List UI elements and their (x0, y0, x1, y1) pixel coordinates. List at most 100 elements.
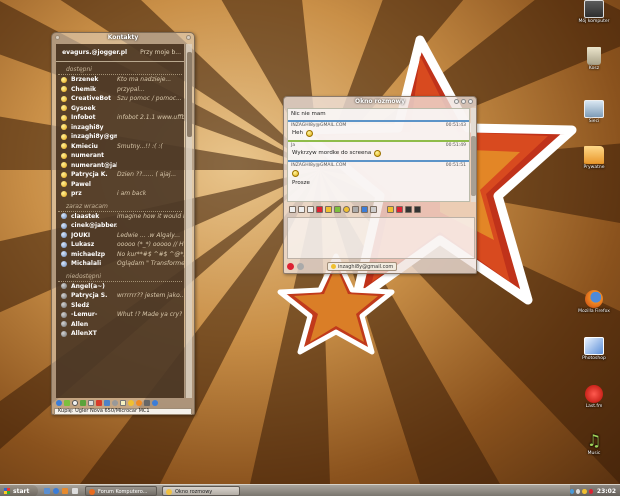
close-chat-icon[interactable] (287, 263, 294, 270)
contact-button[interactable]: inzaghi8y@gmail.com (327, 262, 398, 271)
description-field[interactable]: Kupię: Ugler Nova 650/Microcar MC1 (54, 408, 192, 415)
messenger-tray-icon[interactable] (582, 488, 587, 494)
contact-item[interactable]: claastek imagine how it would b... (56, 212, 184, 222)
desktop-icon-photoshop[interactable]: Photoshop (578, 337, 610, 361)
contact-group-header[interactable]: niedostępni (58, 270, 182, 282)
quicklaunch-media-icon[interactable] (62, 488, 68, 494)
message-input[interactable] (287, 217, 475, 259)
contacts-window-title[interactable]: Kontakty (52, 33, 194, 43)
contact-item[interactable]: -Lemur- Whut !? Made ya cry? (56, 310, 184, 320)
contact-item[interactable]: Pawel (56, 180, 184, 190)
start-button[interactable]: start (0, 485, 38, 496)
contact-item[interactable]: inzaghi8y (56, 123, 184, 133)
contact-item[interactable]: Chemik przypal... (56, 85, 184, 95)
task-chat-window[interactable]: Okno rozmowy (162, 486, 240, 496)
attach-icon[interactable] (352, 206, 359, 213)
desktop-icon-label: Prywatne (583, 165, 605, 170)
contact-nick: Patrycja S. (71, 292, 108, 300)
emoticon-icon[interactable] (343, 206, 350, 213)
pin-icon[interactable] (387, 206, 394, 213)
contact-item[interactable]: Infobot infobot 2.1.1 www.uffbt... (56, 113, 184, 123)
contact-item[interactable]: Brzenek Kto ma nadzieje... (56, 75, 184, 85)
contact-item[interactable]: numerant@jabbim.pl (56, 161, 184, 171)
contact-item[interactable]: Angel(a~) (56, 282, 184, 292)
close-icon[interactable] (468, 99, 473, 104)
away-icon[interactable] (136, 400, 142, 406)
contact-item[interactable]: numerant (56, 151, 184, 161)
lock-icon[interactable] (405, 206, 412, 213)
chat-window-title[interactable]: Okno rozmowy (284, 97, 476, 107)
contact-item[interactable]: AllenXT (56, 329, 184, 339)
contact-group-header[interactable]: dostępni (58, 63, 182, 75)
scrollbar-thumb[interactable] (471, 136, 476, 196)
desktop-icon-music[interactable]: ♫ Music (578, 432, 610, 457)
close-icon[interactable] (186, 35, 191, 40)
contact-item[interactable]: Kmieciu Smutny...!! :( :( (56, 142, 184, 152)
recycle-bin-icon (587, 47, 601, 65)
desktop-icon-network[interactable]: Sieci (578, 100, 610, 124)
contact-item[interactable]: michaelzp No kur**#$ ^#$ ^@*,@*... (56, 250, 184, 260)
history-icon[interactable] (370, 206, 377, 213)
mail-icon[interactable] (88, 400, 94, 406)
history-icon[interactable] (96, 400, 102, 406)
menu-icon[interactable] (55, 35, 60, 40)
desktop-icon-recycle-bin[interactable]: Kosz (578, 47, 610, 71)
message-log[interactable]: Nic nie mam INZAGHI8y@GMAIL.COM 00:51:43 H… (287, 108, 470, 202)
contact-item[interactable]: Allen (56, 320, 184, 330)
contact-item[interactable]: JOUKI Ledwie ... .w Algaly... (56, 231, 184, 241)
menu-toggle-icon[interactable] (152, 400, 158, 406)
contact-item[interactable]: Patrycja K. Dzien ??...... ( ajaj... (56, 170, 184, 180)
italic-icon[interactable] (298, 206, 305, 213)
quicklaunch-browser-icon[interactable] (53, 488, 59, 494)
font-icon[interactable] (325, 206, 332, 213)
desktop-icon-lastfm[interactable]: Last.fm (578, 385, 610, 409)
volume-tray-icon[interactable] (576, 488, 581, 494)
minimize-icon[interactable] (454, 99, 459, 104)
user-info-icon[interactable] (361, 206, 368, 213)
contact-item[interactable]: inzaghi8y@gmail.com (56, 132, 184, 142)
quicklaunch-desktop-icon[interactable] (44, 488, 50, 494)
contact-list[interactable]: evagurs.@jogger.pl Przy moje b... dostęp… (56, 44, 184, 398)
desktop-icon-computer[interactable]: Mój komputer (578, 0, 610, 24)
block-icon[interactable] (396, 206, 403, 213)
info-icon[interactable] (56, 400, 62, 406)
contact-item[interactable]: Lukasz ooooo (*_*) ooooo // Hebr... (56, 240, 184, 250)
own-status[interactable]: evagurs.@jogger.pl Przy moje b... (56, 44, 184, 62)
contact-item[interactable]: Gysoek (56, 104, 184, 114)
contact-item[interactable]: Patrycja S. wrrrrrr?? jestem jako... (56, 291, 184, 301)
contact-item[interactable]: CreativeBot Szu pomoc / pomoc... (56, 94, 184, 104)
status-icon[interactable] (128, 400, 134, 406)
underline-icon[interactable] (307, 206, 314, 213)
message-body (288, 168, 469, 178)
contact-item[interactable]: Śledź (56, 301, 184, 311)
sound-icon[interactable] (144, 400, 150, 406)
settings-icon[interactable] (112, 400, 118, 406)
contact-item[interactable]: cinek@jabber.cz (56, 221, 184, 231)
add-contact-icon[interactable] (64, 400, 70, 406)
send-file-icon[interactable] (414, 206, 421, 213)
desktop-icon-folder[interactable]: Prywatne (578, 146, 610, 170)
settings-icon[interactable] (297, 263, 304, 270)
contact-list-scrollbar[interactable] (185, 44, 192, 398)
search-icon[interactable] (72, 400, 78, 406)
scrollbar-thumb[interactable] (187, 52, 192, 137)
color-icon[interactable] (316, 206, 323, 213)
bold-icon[interactable] (289, 206, 296, 213)
contact-item[interactable]: Michalali Oglądam " Transforme... (56, 259, 184, 269)
note-icon[interactable] (120, 400, 126, 406)
contact-item[interactable]: prz i am back (56, 189, 184, 199)
quicklaunch-more-icon[interactable] (72, 488, 78, 494)
message-body: Wykrzyw mordke do screena (288, 148, 469, 158)
task-forum[interactable]: Forum Komputero... (85, 486, 157, 496)
chat-window: Okno rozmowy Nic nie mam INZAGHI8y@GMAIL… (283, 96, 477, 274)
contact-description: Dzien ??...... ( ajaj... (117, 171, 177, 179)
contact-group-header[interactable]: zaraz wracam (58, 200, 182, 212)
network-tray-icon[interactable] (570, 488, 575, 494)
message-log-scrollbar[interactable] (471, 108, 476, 202)
maximize-icon[interactable] (461, 99, 466, 104)
image-icon[interactable] (334, 206, 341, 213)
desktop-icon-firefox[interactable]: Mozilla Firefox (578, 290, 610, 314)
security-tray-icon[interactable] (588, 488, 593, 494)
sms-icon[interactable] (104, 400, 110, 406)
home-icon[interactable] (80, 400, 86, 406)
